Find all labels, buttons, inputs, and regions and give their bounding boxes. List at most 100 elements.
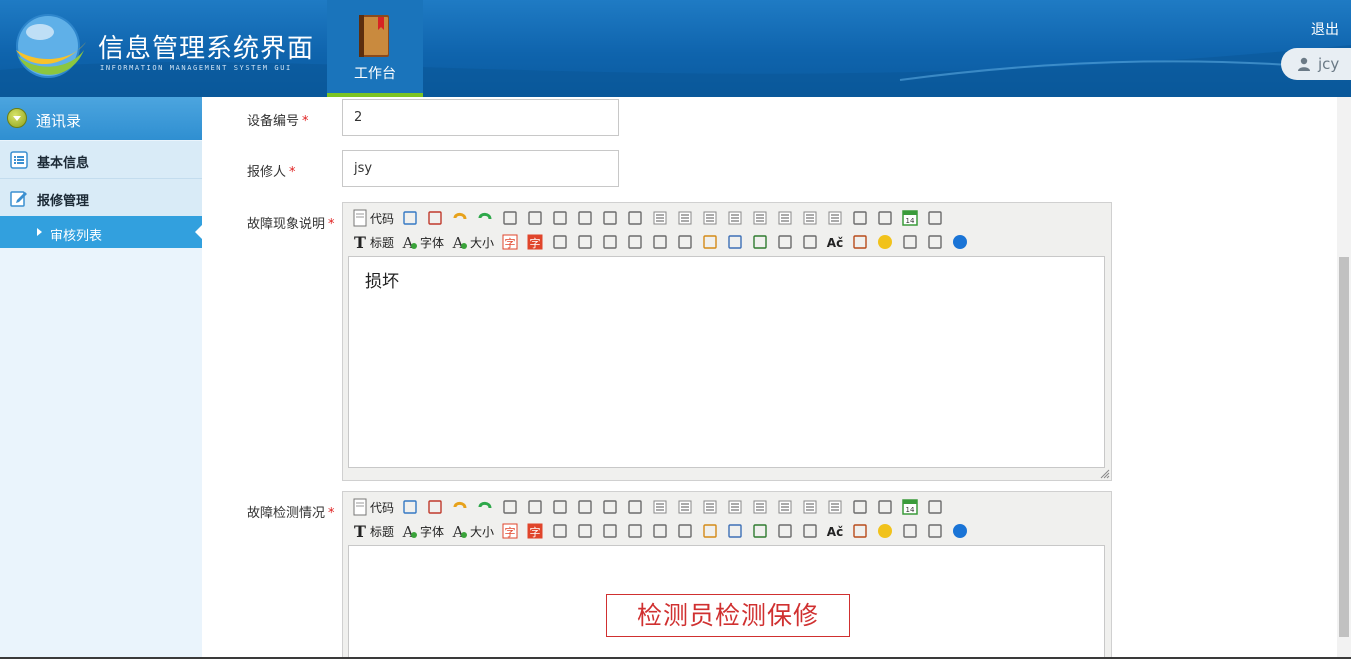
quick-format-button[interactable] [676, 521, 694, 541]
sidebar-item-basic-info[interactable]: 基本信息 [0, 141, 202, 179]
fullscreen-button[interactable] [426, 497, 444, 517]
outdent-button[interactable] [826, 497, 844, 517]
indent-button[interactable] [801, 497, 819, 517]
undo-button[interactable] [451, 208, 469, 228]
image-button[interactable] [701, 232, 719, 252]
flash-button[interactable] [726, 232, 744, 252]
align-center-button[interactable] [676, 497, 694, 517]
ordered-list-button[interactable] [751, 497, 769, 517]
calendar-button[interactable]: 14 [901, 208, 919, 228]
sidebar-item-repair-management[interactable]: 报修管理 [0, 179, 202, 217]
subscript-button[interactable] [851, 208, 869, 228]
ordered-list-button[interactable] [751, 208, 769, 228]
preview-button[interactable] [401, 497, 419, 517]
device-no-input[interactable]: 2 [342, 99, 619, 136]
font-color-button[interactable]: 字 [501, 232, 519, 252]
unlink-button[interactable] [926, 232, 944, 252]
emoticon-button[interactable] [876, 521, 894, 541]
user-badge[interactable]: jcy [1281, 48, 1351, 80]
quick-format-button[interactable] [676, 232, 694, 252]
italic-button[interactable] [576, 232, 594, 252]
paste-word-button[interactable] [626, 208, 644, 228]
table-grid-button[interactable] [801, 232, 819, 252]
table-button[interactable] [776, 521, 794, 541]
font-color-button[interactable]: 字 [501, 521, 519, 541]
fullscreen-button[interactable] [426, 208, 444, 228]
preview-button[interactable] [401, 208, 419, 228]
vertical-scrollbar[interactable] [1337, 97, 1351, 659]
heading-button[interactable]: T 标题 [351, 521, 394, 541]
align-left-button[interactable] [651, 208, 669, 228]
eraser-button[interactable] [651, 521, 669, 541]
italic-button[interactable] [576, 521, 594, 541]
superscript-button[interactable] [876, 497, 894, 517]
unlink-button[interactable] [926, 521, 944, 541]
emoticon-button[interactable] [876, 232, 894, 252]
scrollbar-thumb[interactable] [1339, 257, 1349, 637]
bold-button[interactable] [551, 521, 569, 541]
spellcheck-button[interactable]: Ač [826, 521, 844, 541]
logout-link[interactable]: 退出 [1311, 19, 1339, 39]
time-button[interactable] [926, 497, 944, 517]
reporter-input[interactable]: jsy [342, 150, 619, 187]
underline-button[interactable] [601, 521, 619, 541]
align-center-button[interactable] [676, 208, 694, 228]
font-family-button[interactable]: A 字体 [401, 232, 444, 252]
table-button[interactable] [776, 232, 794, 252]
about-button[interactable] [951, 232, 969, 252]
background-color-button[interactable]: 字 [526, 521, 544, 541]
undo-button[interactable] [451, 497, 469, 517]
media-button[interactable] [751, 521, 769, 541]
link-button[interactable] [901, 521, 919, 541]
about-button[interactable] [951, 521, 969, 541]
fault-check-editor[interactable]: 代码 14 T 标题 A 字体 A 大小字字 Ač 检测员检测保修 [342, 491, 1112, 659]
print-button[interactable] [501, 208, 519, 228]
copy-button[interactable] [551, 497, 569, 517]
table-grid-button[interactable] [801, 521, 819, 541]
horizontal-rule-button[interactable] [851, 521, 869, 541]
redo-button[interactable] [476, 208, 494, 228]
paste-text-button[interactable] [601, 208, 619, 228]
unordered-list-button[interactable] [776, 497, 794, 517]
align-left-button[interactable] [651, 497, 669, 517]
eraser-button[interactable] [651, 232, 669, 252]
unordered-list-button[interactable] [776, 208, 794, 228]
paste-text-button[interactable] [601, 497, 619, 517]
print-button[interactable] [501, 497, 519, 517]
sidebar-subitem-review-list[interactable]: 审核列表 [0, 216, 202, 248]
resize-handle-icon[interactable] [1100, 469, 1110, 479]
fault-desc-content[interactable]: 损坏 [348, 256, 1105, 468]
align-right-button[interactable] [701, 208, 719, 228]
cut-button[interactable] [526, 497, 544, 517]
source-button[interactable]: 代码 [351, 497, 394, 517]
time-button[interactable] [926, 208, 944, 228]
paste-button[interactable] [576, 497, 594, 517]
indent-button[interactable] [801, 208, 819, 228]
subscript-button[interactable] [851, 497, 869, 517]
redo-button[interactable] [476, 497, 494, 517]
source-button[interactable]: 代码 [351, 208, 394, 228]
paste-button[interactable] [576, 208, 594, 228]
strikethrough-button[interactable] [626, 232, 644, 252]
cut-button[interactable] [526, 208, 544, 228]
bold-button[interactable] [551, 232, 569, 252]
align-right-button[interactable] [701, 497, 719, 517]
spellcheck-button[interactable]: Ač [826, 232, 844, 252]
media-button[interactable] [751, 232, 769, 252]
align-justify-button[interactable] [726, 497, 744, 517]
fault-check-content[interactable]: 检测员检测保修 [348, 545, 1105, 659]
link-button[interactable] [901, 232, 919, 252]
superscript-button[interactable] [876, 208, 894, 228]
font-size-button[interactable]: A 大小 [451, 521, 494, 541]
strikethrough-button[interactable] [626, 521, 644, 541]
copy-button[interactable] [551, 208, 569, 228]
heading-button[interactable]: T 标题 [351, 232, 394, 252]
font-family-button[interactable]: A 字体 [401, 521, 444, 541]
horizontal-rule-button[interactable] [851, 232, 869, 252]
calendar-button[interactable]: 14 [901, 497, 919, 517]
fault-desc-editor[interactable]: 代码 14 T 标题 A 字体 A 大小字字 Ač 损坏 [342, 202, 1112, 481]
paste-word-button[interactable] [626, 497, 644, 517]
workbench-tab[interactable]: 工作台 [327, 0, 423, 97]
underline-button[interactable] [601, 232, 619, 252]
font-size-button[interactable]: A 大小 [451, 232, 494, 252]
